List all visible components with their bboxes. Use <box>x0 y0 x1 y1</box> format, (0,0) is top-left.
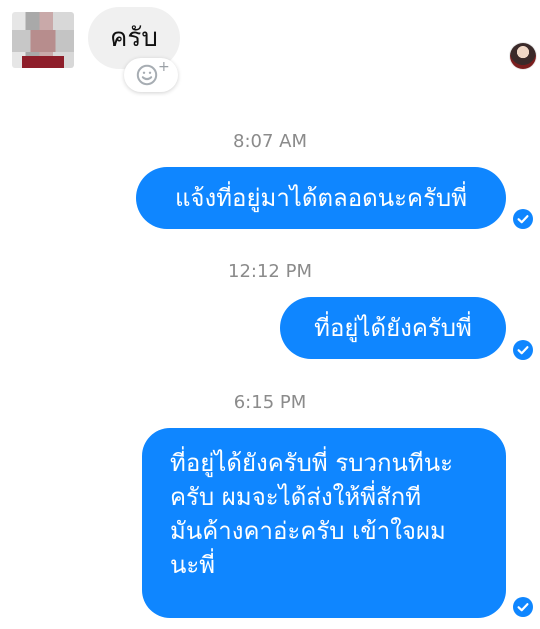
timestamp-1: 8:07 AM <box>233 131 307 152</box>
message-line: ครับ ผมจะได้ส่งให้พี่สักที <box>170 483 422 511</box>
timestamp-2: 12:12 PM <box>228 261 312 282</box>
message-text: แจ้งที่อยู่มาได้ตลอดนะครับพี่ <box>174 184 468 212</box>
outgoing-message-bubble[interactable]: ที่อยู่ได้ยังครับพี่ <box>280 297 506 359</box>
timestamp-3: 6:15 PM <box>233 392 307 413</box>
smiley-icon <box>136 64 158 86</box>
outgoing-message-bubble[interactable]: ที่อยู่ได้ยังครับพี่ รบวกนทีนะ ครับ ผมจะ… <box>142 428 506 618</box>
message-line: นะพี่ <box>170 551 216 579</box>
message-line: มันค้างคาอ่ะครับ เข้าใจผม <box>170 517 446 545</box>
outgoing-message-bubble[interactable]: แจ้งที่อยู่มาได้ตลอดนะครับพี่ <box>136 167 506 229</box>
seen-avatar <box>510 43 536 69</box>
check-circle-icon <box>513 340 533 360</box>
message-line: ที่อยู่ได้ยังครับพี่ รบวกนทีนะ <box>170 449 454 477</box>
check-circle-icon <box>513 209 533 229</box>
plus-icon: + <box>158 59 170 75</box>
add-reaction-button[interactable]: + <box>124 58 178 92</box>
check-circle-icon <box>513 597 533 617</box>
contact-avatar[interactable] <box>12 12 74 68</box>
message-text: ที่อยู่ได้ยังครับพี่ <box>314 314 472 342</box>
